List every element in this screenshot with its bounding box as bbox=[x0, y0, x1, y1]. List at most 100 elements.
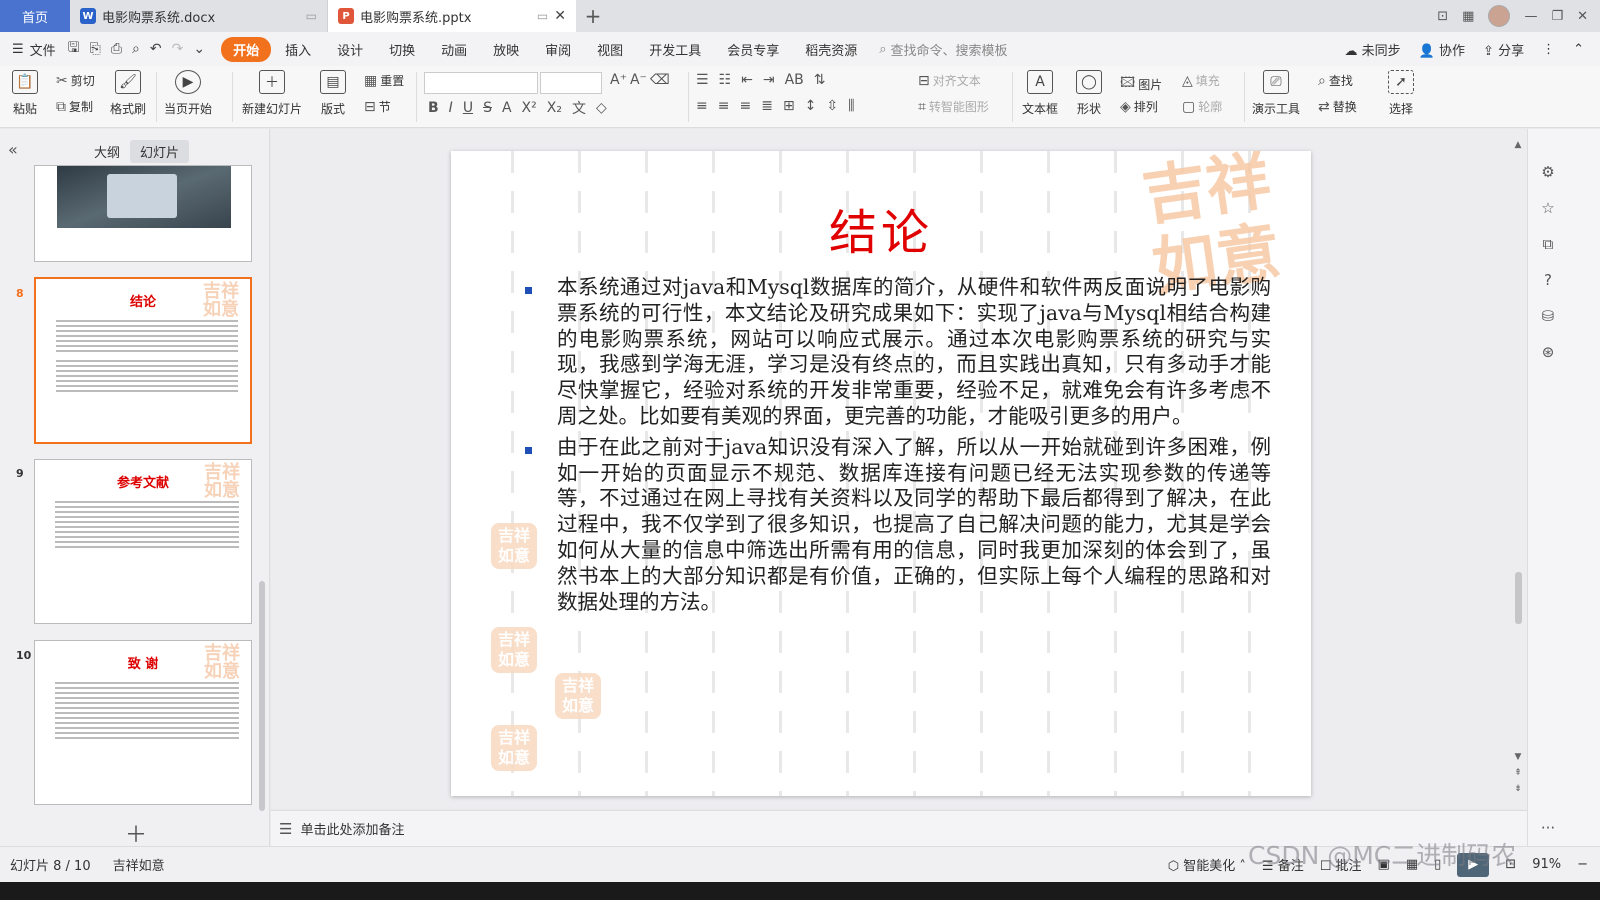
shape-button[interactable]: ◯ 形状 bbox=[1076, 70, 1102, 117]
screen-icon[interactable]: ▭ bbox=[306, 9, 317, 23]
subscript-icon[interactable]: X₂ bbox=[547, 100, 562, 116]
distribute-icon[interactable]: ⊞ bbox=[783, 98, 795, 114]
underline-icon[interactable]: U bbox=[463, 100, 473, 116]
align-left-icon[interactable]: ≡ bbox=[696, 98, 708, 114]
align-right-icon[interactable]: ≡ bbox=[739, 98, 751, 114]
smartart-button[interactable]: ⌗ 转智能图形 bbox=[918, 98, 989, 115]
align-center-icon[interactable]: ≡ bbox=[718, 98, 730, 114]
font-family-select[interactable] bbox=[424, 72, 538, 94]
close-tab-icon[interactable]: ✕ bbox=[554, 8, 566, 24]
tab-design[interactable]: 设计 bbox=[325, 37, 375, 62]
justify-icon[interactable]: ≣ bbox=[761, 98, 773, 114]
more-icon[interactable]: ⋮ bbox=[1542, 42, 1555, 57]
indent-icon[interactable]: ⇥ bbox=[763, 72, 775, 88]
tab-animation[interactable]: 动画 bbox=[429, 37, 479, 62]
chevron-down-icon[interactable]: ⌄ bbox=[193, 41, 205, 57]
slide-body[interactable]: 本系统通过对java和Mysql数据库的简介，从硬件和软件两反面说明了电影购票系… bbox=[523, 275, 1271, 620]
sort-icon[interactable]: ⇅ bbox=[814, 72, 826, 88]
preview-icon[interactable]: ⌕ bbox=[132, 41, 140, 57]
slide-thumbnail-8[interactable]: 吉祥 如意 结论 bbox=[34, 277, 252, 444]
fill-button[interactable]: ◬ 填充 bbox=[1182, 72, 1220, 89]
select-button[interactable]: ➚ 选择 bbox=[1388, 70, 1414, 117]
tab-transition[interactable]: 切换 bbox=[377, 37, 427, 62]
tab-review[interactable]: 审阅 bbox=[533, 37, 583, 62]
bold-icon[interactable]: B bbox=[428, 100, 439, 116]
export-icon[interactable]: ⎘ bbox=[90, 41, 101, 57]
home-tab[interactable]: 首页 bbox=[0, 0, 70, 32]
tab-docer[interactable]: 稻壳资源 bbox=[793, 37, 869, 62]
superscript-icon[interactable]: X² bbox=[522, 100, 537, 116]
line-spacing-icon[interactable]: ↕ bbox=[805, 98, 817, 114]
grow-font-icon[interactable]: A⁺ bbox=[610, 72, 627, 88]
tab-outline[interactable]: 大纲 bbox=[84, 140, 130, 163]
more-icon[interactable]: ··· bbox=[1538, 819, 1558, 839]
doc-tab-docx[interactable]: W 电影购票系统.docx ▭ bbox=[70, 0, 328, 32]
bullet-list-icon[interactable]: ☰ bbox=[696, 72, 709, 88]
tab-slideshow[interactable]: 放映 bbox=[481, 37, 531, 62]
location-icon[interactable]: ⊛ bbox=[1538, 343, 1558, 363]
scroll-down-icon[interactable]: ▼ bbox=[1512, 752, 1524, 762]
collapse-ribbon-icon[interactable]: ⌃ bbox=[1573, 42, 1584, 57]
zoom-out-icon[interactable]: − bbox=[1577, 857, 1588, 872]
picture-button[interactable]: 🖾 图片 bbox=[1120, 72, 1162, 96]
avatar[interactable] bbox=[1488, 5, 1511, 27]
doc-tab-pptx[interactable]: P 电影购票系统.pptx ▭ ✕ bbox=[328, 0, 576, 32]
tab-developer[interactable]: 开发工具 bbox=[637, 37, 713, 62]
paste-button[interactable]: 📋 粘贴 bbox=[12, 70, 38, 117]
share-button[interactable]: ⇪ 分享 bbox=[1483, 40, 1524, 59]
smart-beautify-button[interactable]: ⬡ 智能美化 ˄ bbox=[1168, 855, 1246, 874]
slide-title[interactable]: 结论 bbox=[451, 193, 1311, 263]
prev-slide-icon[interactable]: ⇞ bbox=[1512, 768, 1524, 778]
print-icon[interactable]: ⎙ bbox=[111, 41, 122, 57]
layout-icon[interactable]: ⊡ bbox=[1437, 9, 1448, 24]
highlight-icon[interactable]: ◇ bbox=[596, 100, 607, 116]
copy-button[interactable]: ⧉ 复制 bbox=[56, 98, 93, 115]
save-icon[interactable]: 🖫 bbox=[68, 37, 80, 61]
backup-icon[interactable]: ⛁ bbox=[1538, 307, 1558, 327]
zoom-level[interactable]: 91% bbox=[1532, 857, 1561, 872]
slide-thumbnail-7[interactable] bbox=[34, 165, 252, 262]
shrink-font-icon[interactable]: A⁻ bbox=[630, 72, 647, 88]
tab-slides[interactable]: 幻灯片 bbox=[130, 140, 190, 163]
align-text-button[interactable]: ⊟ 对齐文本 bbox=[918, 72, 981, 89]
grid-apps-icon[interactable]: ▦ bbox=[1462, 9, 1474, 24]
outline-button[interactable]: ▢ 轮廓 bbox=[1182, 98, 1222, 115]
canvas-scrollbar[interactable]: ▲ ▼ ⇞ ⇟ bbox=[1512, 140, 1524, 810]
close-window-icon[interactable]: ✕ bbox=[1577, 9, 1588, 24]
file-menu[interactable]: ☰ 文件 bbox=[12, 40, 56, 59]
find-button[interactable]: ⌕ 查找 bbox=[1318, 72, 1353, 89]
minimize-icon[interactable]: — bbox=[1524, 9, 1537, 24]
undo-icon[interactable]: ↶ bbox=[150, 41, 162, 57]
slide-thumbnail-10[interactable]: 吉祥 如意 致 谢 bbox=[34, 640, 252, 805]
next-slide-icon[interactable]: ⇟ bbox=[1512, 784, 1524, 794]
add-slide-button[interactable]: ＋ bbox=[125, 817, 147, 849]
sync-button[interactable]: ☁ 未同步 bbox=[1345, 40, 1401, 59]
font-color-icon[interactable]: A bbox=[502, 100, 512, 116]
tab-view[interactable]: 视图 bbox=[585, 37, 635, 62]
italic-icon[interactable]: I bbox=[449, 100, 453, 116]
textbox-button[interactable]: A 文本框 bbox=[1022, 70, 1058, 117]
properties-icon[interactable]: ⚙ bbox=[1538, 163, 1558, 183]
scroll-thumb[interactable] bbox=[1515, 572, 1522, 624]
para-spacing-icon[interactable]: ⇳ bbox=[826, 98, 838, 114]
theme-name[interactable]: 吉祥如意 bbox=[113, 855, 165, 874]
presentation-tools-button[interactable]: ⎚ 演示工具 bbox=[1252, 70, 1300, 117]
slide-thumbnail-9[interactable]: 吉祥 如意 参考文献 bbox=[34, 459, 252, 624]
cut-button[interactable]: ✂ 剪切 bbox=[56, 72, 95, 89]
phonetic-icon[interactable]: 文 bbox=[572, 98, 586, 118]
tab-start[interactable]: 开始 bbox=[221, 36, 272, 62]
numbered-list-icon[interactable]: ☷ bbox=[719, 72, 732, 88]
format-painter-button[interactable]: 🖌 格式刷 bbox=[110, 70, 146, 117]
font-size-select[interactable] bbox=[540, 72, 602, 94]
star-icon[interactable]: ☆ bbox=[1538, 199, 1558, 219]
command-search[interactable]: ⌕ 查找命令、搜索模板 bbox=[879, 40, 1007, 59]
strikethrough-icon[interactable]: S bbox=[483, 100, 492, 116]
tab-member[interactable]: 会员专享 bbox=[715, 37, 791, 62]
new-slide-button[interactable]: ＋ 新建幻灯片 bbox=[242, 70, 302, 117]
help-icon[interactable]: ? bbox=[1538, 271, 1558, 291]
tab-insert[interactable]: 插入 bbox=[273, 37, 323, 62]
outdent-icon[interactable]: ⇤ bbox=[741, 72, 753, 88]
collab-button[interactable]: 👤 协作 bbox=[1419, 40, 1465, 59]
screen-icon[interactable]: ▭ bbox=[537, 9, 548, 23]
current-slide[interactable]: 吉祥 如意 吉祥 如意 吉祥 如意 吉祥 如意 吉祥 如意 结论 本系统通过对java和M… bbox=[451, 151, 1311, 796]
